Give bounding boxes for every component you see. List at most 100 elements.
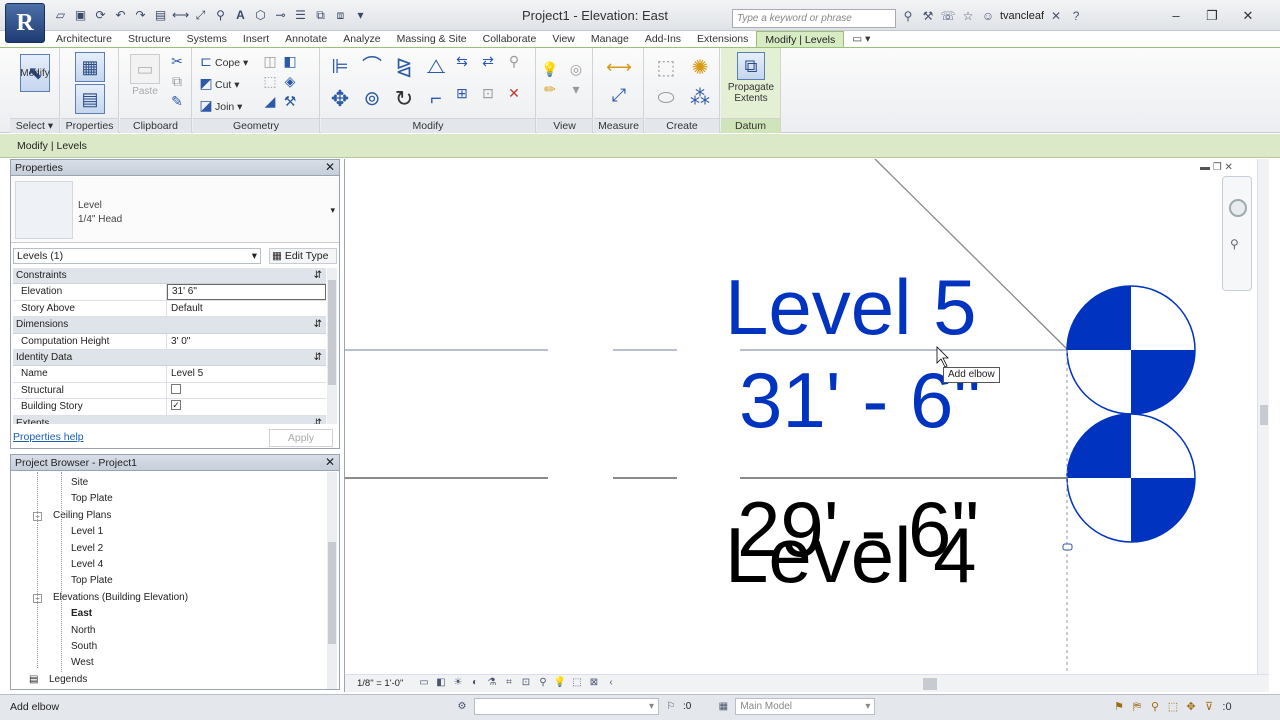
browser-node[interactable]: Top Plate: [71, 573, 113, 589]
crop-view-icon[interactable]: ⌗: [502, 676, 516, 690]
property-value[interactable]: 3' 0": [167, 334, 326, 349]
copy-element-icon[interactable]: ⊚: [357, 84, 387, 114]
browser-node[interactable]: Level 1: [71, 524, 103, 540]
match-properties-icon[interactable]: ✎: [168, 92, 186, 110]
type-properties-button[interactable]: ▦: [73, 52, 107, 84]
tab-analyze[interactable]: Analyze: [335, 31, 388, 47]
collapse-icon[interactable]: ⇵: [314, 416, 322, 424]
tab-annotate[interactable]: Annotate: [277, 31, 335, 47]
text-icon[interactable]: A: [232, 7, 249, 24]
demolish-icon[interactable]: ◢: [261, 92, 279, 110]
filter-icon[interactable]: ⊽: [1202, 700, 1216, 714]
customize-icon[interactable]: ▾: [352, 7, 369, 24]
delete-icon[interactable]: ✕: [505, 84, 523, 102]
split-gap-icon[interactable]: ⇄: [479, 52, 497, 70]
properties-scrollbar[interactable]: [327, 268, 337, 424]
design-options-icon[interactable]: ▦: [716, 700, 730, 714]
steering-wheel-icon[interactable]: [1229, 199, 1247, 217]
maximize-icon[interactable]: ❐: [1196, 6, 1228, 25]
hammer-icon[interactable]: ⚒: [281, 92, 299, 110]
close-hidden-icon[interactable]: ⧉: [312, 7, 329, 24]
reveal-hidden-icon[interactable]: 💡: [553, 676, 567, 690]
tab-insert[interactable]: Insert: [235, 31, 277, 47]
aligned-dimension-icon[interactable]: ⤢: [599, 82, 639, 108]
editing-requests-icon[interactable]: ⚐: [664, 700, 678, 714]
vertical-scrollbar[interactable]: [1257, 159, 1269, 674]
select-links-icon[interactable]: ⚑: [1112, 700, 1126, 714]
binoculars-icon[interactable]: ⚲: [900, 8, 916, 24]
edit-type-button[interactable]: ▦ Edit Type: [269, 248, 337, 264]
unjoin-icon[interactable]: ◫: [261, 52, 279, 70]
tab-architecture[interactable]: Architecture: [48, 31, 120, 47]
model-select[interactable]: Main Model ▾: [735, 698, 876, 715]
visual-style-icon[interactable]: ◧: [434, 676, 448, 690]
browser-node[interactable]: West: [71, 655, 94, 671]
select-by-face-icon[interactable]: ⬚: [1166, 700, 1180, 714]
browser-node[interactable]: North: [71, 623, 95, 639]
measure-between-icon[interactable]: ⟷: [599, 54, 639, 80]
subscription-icon[interactable]: ⚒: [920, 8, 936, 24]
property-group-header[interactable]: Dimensions ⇵: [13, 317, 326, 334]
redo-icon[interactable]: ↷: [132, 7, 149, 24]
elevation-drawing[interactable]: Level 4 29' - 6" Level 5 31' - 6": [345, 159, 1269, 674]
browser-node[interactable]: South: [71, 639, 97, 655]
modify-button[interactable]: ⬉ Modify: [16, 54, 54, 105]
property-checkbox-cell[interactable]: ✓: [167, 399, 326, 414]
worksharing-display-icon[interactable]: ⬚: [570, 676, 584, 690]
browser-node[interactable]: Top Plate: [71, 491, 113, 507]
scroll-thumb[interactable]: [1260, 405, 1268, 425]
trim-icon[interactable]: ⌐: [421, 84, 451, 114]
property-value-input[interactable]: 31' 6": [167, 284, 326, 300]
browser-node[interactable]: Level 4: [71, 557, 103, 573]
property-value[interactable]: Level 5: [167, 366, 326, 381]
array-icon[interactable]: ⊞: [453, 84, 471, 102]
browser-node[interactable]: Level 2: [71, 541, 103, 557]
type-selector[interactable]: Level 1/4" Head ▾: [11, 177, 339, 243]
dimension-icon[interactable]: ⤢: [192, 7, 209, 24]
mirror-draw-icon[interactable]: ⧍: [421, 52, 451, 82]
cut-geometry-button[interactable]: ◩ Cut ▾: [197, 74, 239, 92]
undo-icon[interactable]: ↶: [112, 7, 129, 24]
worksets-icon[interactable]: ⚙: [455, 700, 469, 714]
property-group-header[interactable]: Extents ⇵: [13, 415, 326, 424]
override-graphics-icon[interactable]: ◎: [567, 60, 585, 78]
create-similar-icon[interactable]: ⁂: [684, 84, 716, 112]
drawing-area[interactable]: Level 4 29' - 6" Level 5 31' - 6" Add el…: [344, 159, 1269, 674]
scroll-thumb[interactable]: [328, 280, 336, 385]
browser-node[interactable]: Site: [71, 475, 88, 491]
close-icon[interactable]: ✕: [1232, 6, 1264, 25]
select-panel-label[interactable]: Select ▾: [10, 118, 59, 133]
create-group-icon[interactable]: ⬭: [650, 84, 682, 112]
user-name[interactable]: tvancleaf: [1000, 10, 1044, 22]
tab-systems[interactable]: Systems: [179, 31, 235, 47]
split-face-icon[interactable]: ⬚: [261, 72, 279, 90]
help-icon[interactable]: ?: [1068, 8, 1084, 24]
select-underlay-icon[interactable]: ⛿: [1130, 700, 1144, 714]
user-icon[interactable]: ☺: [980, 8, 996, 24]
ribbon-minimize-icon[interactable]: ▭ ▾: [844, 31, 878, 47]
sync-icon[interactable]: ⟳: [92, 7, 109, 24]
tab-collaborate[interactable]: Collaborate: [475, 31, 545, 47]
section-icon[interactable]: ⊸: [272, 7, 289, 24]
restore-icon[interactable]: ❐: [1213, 162, 1222, 173]
workset-select[interactable]: ▾: [474, 698, 659, 715]
create-parts-icon[interactable]: ✺: [684, 54, 716, 82]
tab-modify-levels[interactable]: Modify | Levels: [756, 31, 845, 47]
exchange-icon[interactable]: ✕: [1048, 8, 1064, 24]
property-group-header[interactable]: Constraints ⇵: [13, 268, 326, 285]
offset-icon[interactable]: ⌒: [357, 52, 387, 82]
close-icon[interactable]: ✕: [325, 455, 335, 469]
show-crop-icon[interactable]: ⊡: [519, 676, 533, 690]
collapse-icon[interactable]: ⇵: [314, 350, 322, 366]
property-checkbox-cell[interactable]: [167, 383, 326, 398]
scale-icon[interactable]: ⊡: [479, 84, 497, 102]
collapse-icon[interactable]: ⇵: [314, 317, 322, 333]
level-head-top[interactable]: [1066, 285, 1196, 415]
tab-massing-site[interactable]: Massing & Site: [389, 31, 475, 47]
mirror-axis-icon[interactable]: ⧎: [389, 52, 419, 82]
align-icon[interactable]: ⊫: [325, 52, 355, 82]
chevron-down-icon[interactable]: ▾: [330, 205, 335, 216]
search-input[interactable]: Type a keyword or phrase: [732, 9, 896, 28]
property-group-header[interactable]: Identity Data ⇵: [13, 349, 326, 367]
save-icon[interactable]: ▣: [72, 7, 89, 24]
